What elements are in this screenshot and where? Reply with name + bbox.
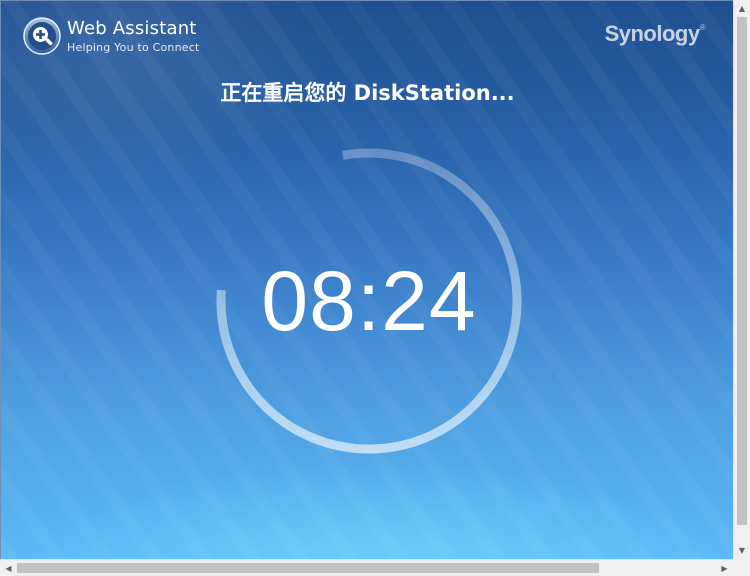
triangle-left-icon[interactable]: ◀ bbox=[0, 560, 17, 576]
restart-status-message: 正在重启您的 DiskStation... bbox=[220, 81, 515, 105]
triangle-down-icon[interactable]: ▼ bbox=[734, 542, 750, 559]
vendor-logo-text: Synology bbox=[604, 21, 701, 46]
app-tagline: Helping You to Connect bbox=[67, 40, 200, 54]
horizontal-scrollbar[interactable]: ◀ ▶ bbox=[0, 559, 733, 576]
brand-header: Web Assistant Helping You to Connect bbox=[23, 17, 199, 55]
vertical-scrollbar[interactable]: ▲ ▼ bbox=[733, 0, 750, 559]
synology-logo: Synology® bbox=[604, 21, 706, 47]
app-name: Web Assistant bbox=[67, 17, 197, 39]
web-assistant-viewport: Web Assistant Helping You to Connect Syn… bbox=[0, 0, 733, 559]
triangle-up-icon[interactable]: ▲ bbox=[734, 0, 750, 17]
triangle-right-icon[interactable]: ▶ bbox=[716, 560, 733, 576]
scrollbar-corner bbox=[733, 559, 750, 576]
horizontal-scroll-thumb[interactable] bbox=[17, 563, 599, 573]
countdown-timer: 08:24 bbox=[261, 253, 477, 348]
magnifier-plus-icon bbox=[23, 17, 61, 55]
vertical-scroll-thumb[interactable] bbox=[737, 17, 747, 525]
registered-mark: ® bbox=[699, 23, 706, 32]
